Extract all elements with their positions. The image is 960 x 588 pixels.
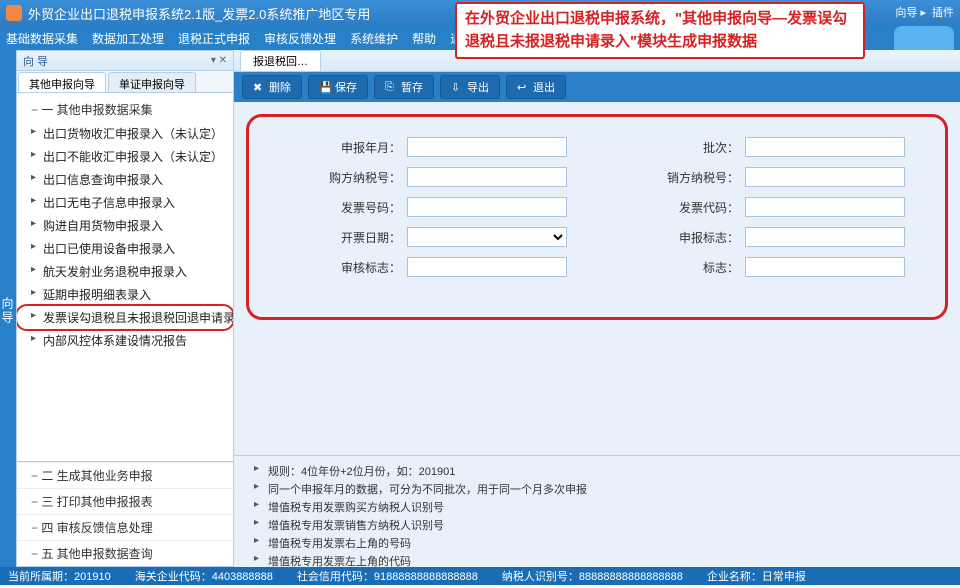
trash-icon: ✖: [253, 81, 265, 93]
status-period: 当前所属期：201910: [8, 568, 111, 584]
rule-line: 规则：4位年份+2位月份，如：201901: [244, 462, 950, 480]
field-label: 发票号码：: [341, 199, 401, 216]
export-icon: ⇩: [451, 81, 463, 93]
tree-item[interactable]: 航天发射业务退税申报录入: [17, 260, 233, 283]
tree-item[interactable]: 购进自用货物申报录入: [17, 214, 233, 237]
save-button[interactable]: 💾保存: [308, 75, 368, 99]
text-input[interactable]: [745, 227, 905, 247]
menu-item[interactable]: 基础数据采集: [6, 30, 78, 47]
toolbar: ✖删除💾保存⎘暂存⇩导出↩退出: [234, 72, 960, 102]
left-panel-header: 向 导 ▾ ✕: [17, 51, 233, 71]
field-label: 审核标志：: [341, 259, 401, 276]
text-input[interactable]: [407, 257, 567, 277]
rule-line: 增值税专用发票右上角的号码: [244, 534, 950, 552]
status-customs: 海关企业代码：4403888888: [135, 568, 273, 584]
bottom-nav-item[interactable]: 五 其他申报数据查询: [17, 540, 233, 566]
text-input[interactable]: [745, 167, 905, 187]
exit-icon: ↩: [517, 81, 529, 93]
date-select[interactable]: [407, 227, 567, 247]
left-tab[interactable]: 单证申报向导: [108, 72, 196, 92]
app-title: 外贸企业出口退税申报系统2.1版_发票2.0系统推广地区专用: [28, 4, 370, 23]
menu-item[interactable]: 审核反馈处理: [264, 30, 336, 47]
status-bar: 当前所属期：201910 海关企业代码：4403888888 社会信用代码：91…: [0, 567, 960, 585]
left-panel: 向 导 ▾ ✕ 其他申报向导单证申报向导 一 其他申报数据采集 出口货物收汇申报…: [16, 50, 234, 567]
bottom-nav-item[interactable]: 三 打印其他申报报表: [17, 488, 233, 514]
status-taxpayer: 纳税人识别号：88888888888888888: [502, 568, 683, 584]
nav-tree: 一 其他申报数据采集 出口货物收汇申报录入（未认定）出口不能收汇申报录入（未认定…: [17, 93, 233, 461]
status-credit: 社会信用代码：91888888888888888: [297, 568, 478, 584]
tree-group-1[interactable]: 一 其他申报数据采集: [17, 97, 233, 122]
left-tabstrip: 其他申报向导单证申报向导: [17, 71, 233, 93]
top-link[interactable]: 向导 ▸: [895, 4, 926, 20]
field-label: 购方纳税号：: [329, 169, 401, 186]
tempsave-icon: ⎘: [385, 81, 397, 93]
field-label: 申报年月：: [341, 139, 401, 156]
rule-line: 增值税专用发票销售方纳税人识别号: [244, 516, 950, 534]
field-label: 开票日期：: [341, 229, 401, 246]
main-area: 报退税回… ✖删除💾保存⎘暂存⇩导出↩退出 申报年月： 批次： 购方纳税号： 销方纳税…: [234, 50, 960, 567]
text-input[interactable]: [745, 257, 905, 277]
annotation-callout: 在外贸企业出口退税申报系统，"其他申报向导—发票误勾退税且未报退税申请录入"模块…: [455, 2, 865, 59]
trash-button[interactable]: ✖删除: [242, 75, 302, 99]
panel-controls[interactable]: ▾ ✕: [211, 55, 227, 66]
field-label: 销方纳税号：: [667, 169, 739, 186]
tree-item[interactable]: 内部风控体系建设情况报告: [17, 329, 233, 352]
tree-item[interactable]: 出口已使用设备申报录入: [17, 237, 233, 260]
field-label: 申报标志：: [679, 229, 739, 246]
text-input[interactable]: [407, 167, 567, 187]
menu-item[interactable]: 数据加工处理: [92, 30, 164, 47]
field-label: 发票代码：: [679, 199, 739, 216]
wizard-side-tab[interactable]: 向导: [0, 50, 16, 567]
rule-line: 增值税专用发票购买方纳税人识别号: [244, 498, 950, 516]
rules-panel: 规则：4位年份+2位月份，如：201901同一个申报年月的数据，可分为不同批次，…: [234, 455, 960, 567]
tree-item[interactable]: 发票误勾退税且未报退税回退申请录入: [17, 306, 233, 329]
main-tab[interactable]: 报退税回…: [240, 50, 321, 71]
exit-button[interactable]: ↩退出: [506, 75, 566, 99]
tree-item[interactable]: 延期申报明细表录入: [17, 283, 233, 306]
menu-item[interactable]: 退税正式申报: [178, 30, 250, 47]
tree-item[interactable]: 出口不能收汇申报录入（未认定）: [17, 145, 233, 168]
menu-item[interactable]: 系统维护: [350, 30, 398, 47]
field-label: 标志：: [703, 259, 739, 276]
tree-item[interactable]: 出口货物收汇申报录入（未认定）: [17, 122, 233, 145]
bottom-nav-item[interactable]: 二 生成其他业务申报: [17, 462, 233, 488]
tempsave-button[interactable]: ⎘暂存: [374, 75, 434, 99]
text-input[interactable]: [745, 137, 905, 157]
top-link[interactable]: 插件: [932, 4, 954, 20]
app-icon: [6, 5, 22, 21]
tree-item[interactable]: 出口信息查询申报录入: [17, 168, 233, 191]
save-icon: 💾: [319, 81, 331, 93]
rule-line: 同一个申报年月的数据，可分为不同批次，用于同一个月多次申报: [244, 480, 950, 498]
left-tab[interactable]: 其他申报向导: [18, 72, 106, 92]
text-input[interactable]: [407, 137, 567, 157]
form-area: 申报年月： 批次： 购方纳税号： 销方纳税号： 发票号码： 发票代码： 开票日期： 申报标志：…: [246, 114, 948, 320]
text-input[interactable]: [745, 197, 905, 217]
field-label: 批次：: [703, 139, 739, 156]
export-button[interactable]: ⇩导出: [440, 75, 500, 99]
bottom-nav-item[interactable]: 四 审核反馈信息处理: [17, 514, 233, 540]
tree-item[interactable]: 出口无电子信息申报录入: [17, 191, 233, 214]
menu-item[interactable]: 帮助: [412, 30, 436, 47]
status-company: 企业名称：日常申报: [707, 568, 806, 584]
bottom-nav: 二 生成其他业务申报三 打印其他申报报表四 审核反馈信息处理五 其他申报数据查询: [17, 461, 233, 566]
text-input[interactable]: [407, 197, 567, 217]
